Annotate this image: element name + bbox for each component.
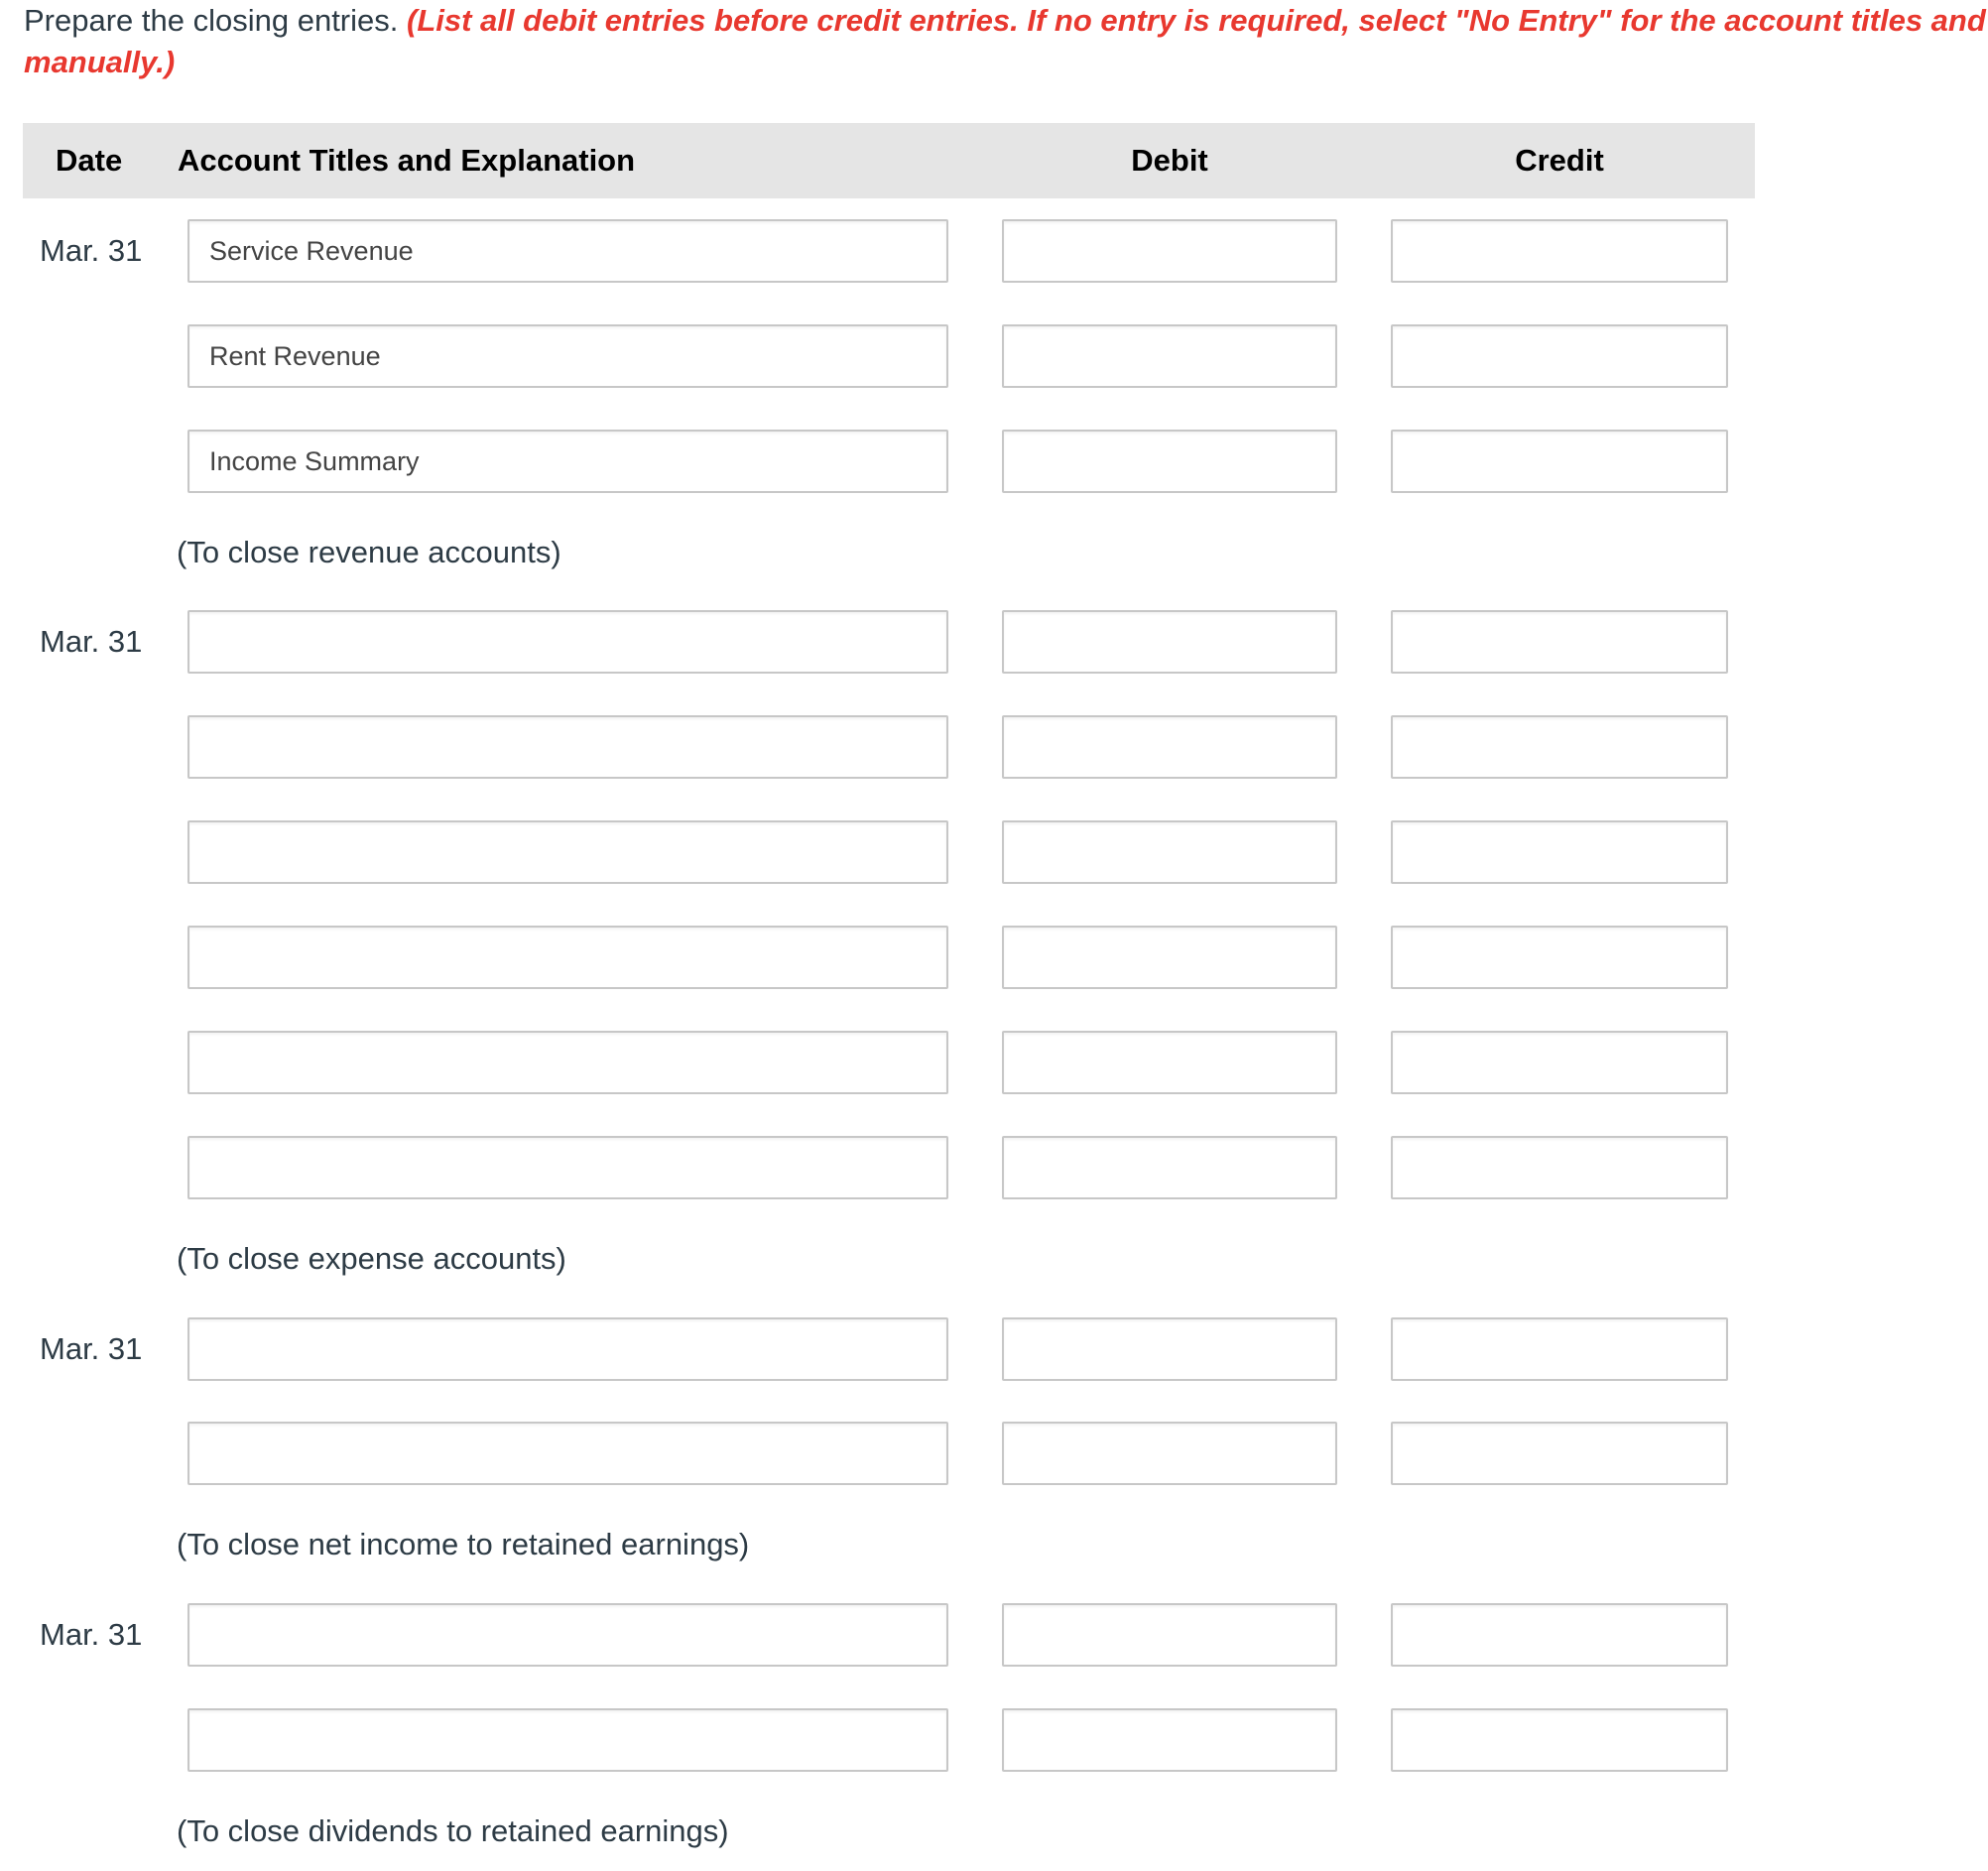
credit-input[interactable]	[1391, 820, 1728, 884]
account-title-input[interactable]	[187, 1422, 948, 1485]
account-title-input[interactable]	[187, 715, 948, 779]
journal-row: Mar. 31	[0, 610, 1988, 674]
header-account-titles: Account Titles and Explanation	[178, 143, 636, 178]
entry-date: Mar. 31	[40, 1617, 143, 1652]
debit-input[interactable]	[1002, 926, 1337, 989]
journal-row	[0, 715, 1988, 779]
entry-date: Mar. 31	[40, 233, 143, 268]
account-title-input[interactable]	[187, 1317, 948, 1381]
credit-input[interactable]	[1391, 1708, 1728, 1772]
debit-input[interactable]	[1002, 820, 1337, 884]
account-title-input[interactable]	[187, 1708, 948, 1772]
journal-row	[0, 1422, 1988, 1485]
header-debit: Debit	[1131, 143, 1208, 178]
account-title-input[interactable]	[187, 1603, 948, 1667]
journal-row	[0, 820, 1988, 884]
credit-input[interactable]	[1391, 715, 1728, 779]
instructions-lead: Prepare the closing entries.	[24, 3, 399, 38]
credit-input[interactable]	[1391, 1317, 1728, 1381]
journal-row	[0, 1136, 1988, 1199]
credit-input[interactable]	[1391, 926, 1728, 989]
journal-row	[0, 1708, 1988, 1772]
debit-input[interactable]	[1002, 610, 1337, 674]
journal-row	[0, 1031, 1988, 1094]
account-title-input[interactable]	[187, 430, 948, 493]
credit-input[interactable]	[1391, 610, 1728, 674]
debit-input[interactable]	[1002, 430, 1337, 493]
credit-input[interactable]	[1391, 1031, 1728, 1094]
entry-explanation: (To close dividends to retained earnings…	[177, 1813, 729, 1848]
debit-input[interactable]	[1002, 1422, 1337, 1485]
credit-input[interactable]	[1391, 219, 1728, 283]
entry-date: Mar. 31	[40, 624, 143, 659]
credit-input[interactable]	[1391, 430, 1728, 493]
debit-input[interactable]	[1002, 1603, 1337, 1667]
journal-row: Mar. 31	[0, 219, 1988, 283]
entry-explanation: (To close expense accounts)	[177, 1241, 566, 1276]
account-title-input[interactable]	[187, 1031, 948, 1094]
header-date: Date	[56, 143, 123, 178]
journal-row	[0, 324, 1988, 388]
entry-explanation: (To close revenue accounts)	[177, 535, 561, 569]
journal-row: Mar. 31	[0, 1603, 1988, 1667]
account-title-input[interactable]	[187, 219, 948, 283]
debit-input[interactable]	[1002, 219, 1337, 283]
header-credit: Credit	[1515, 143, 1604, 178]
account-title-input[interactable]	[187, 820, 948, 884]
credit-input[interactable]	[1391, 1603, 1728, 1667]
credit-input[interactable]	[1391, 324, 1728, 388]
journal-table-header: Date Account Titles and Explanation Debi…	[23, 123, 1755, 198]
journal-row	[0, 926, 1988, 989]
entry-date: Mar. 31	[40, 1331, 143, 1366]
journal-row: Mar. 31	[0, 1317, 1988, 1381]
journal-row	[0, 430, 1988, 493]
debit-input[interactable]	[1002, 324, 1337, 388]
debit-input[interactable]	[1002, 715, 1337, 779]
account-title-input[interactable]	[187, 324, 948, 388]
debit-input[interactable]	[1002, 1136, 1337, 1199]
debit-input[interactable]	[1002, 1031, 1337, 1094]
debit-input[interactable]	[1002, 1708, 1337, 1772]
debit-input[interactable]	[1002, 1317, 1337, 1381]
instructions-note: (List all debit entries before credit en…	[407, 3, 1988, 38]
credit-input[interactable]	[1391, 1136, 1728, 1199]
instructions-note-continued: manually.)	[24, 45, 176, 79]
account-title-input[interactable]	[187, 610, 948, 674]
credit-input[interactable]	[1391, 1422, 1728, 1485]
entry-explanation: (To close net income to retained earning…	[177, 1527, 750, 1561]
instructions: Prepare the closing entries. (List all d…	[24, 0, 1988, 79]
account-title-input[interactable]	[187, 1136, 948, 1199]
account-title-input[interactable]	[187, 926, 948, 989]
